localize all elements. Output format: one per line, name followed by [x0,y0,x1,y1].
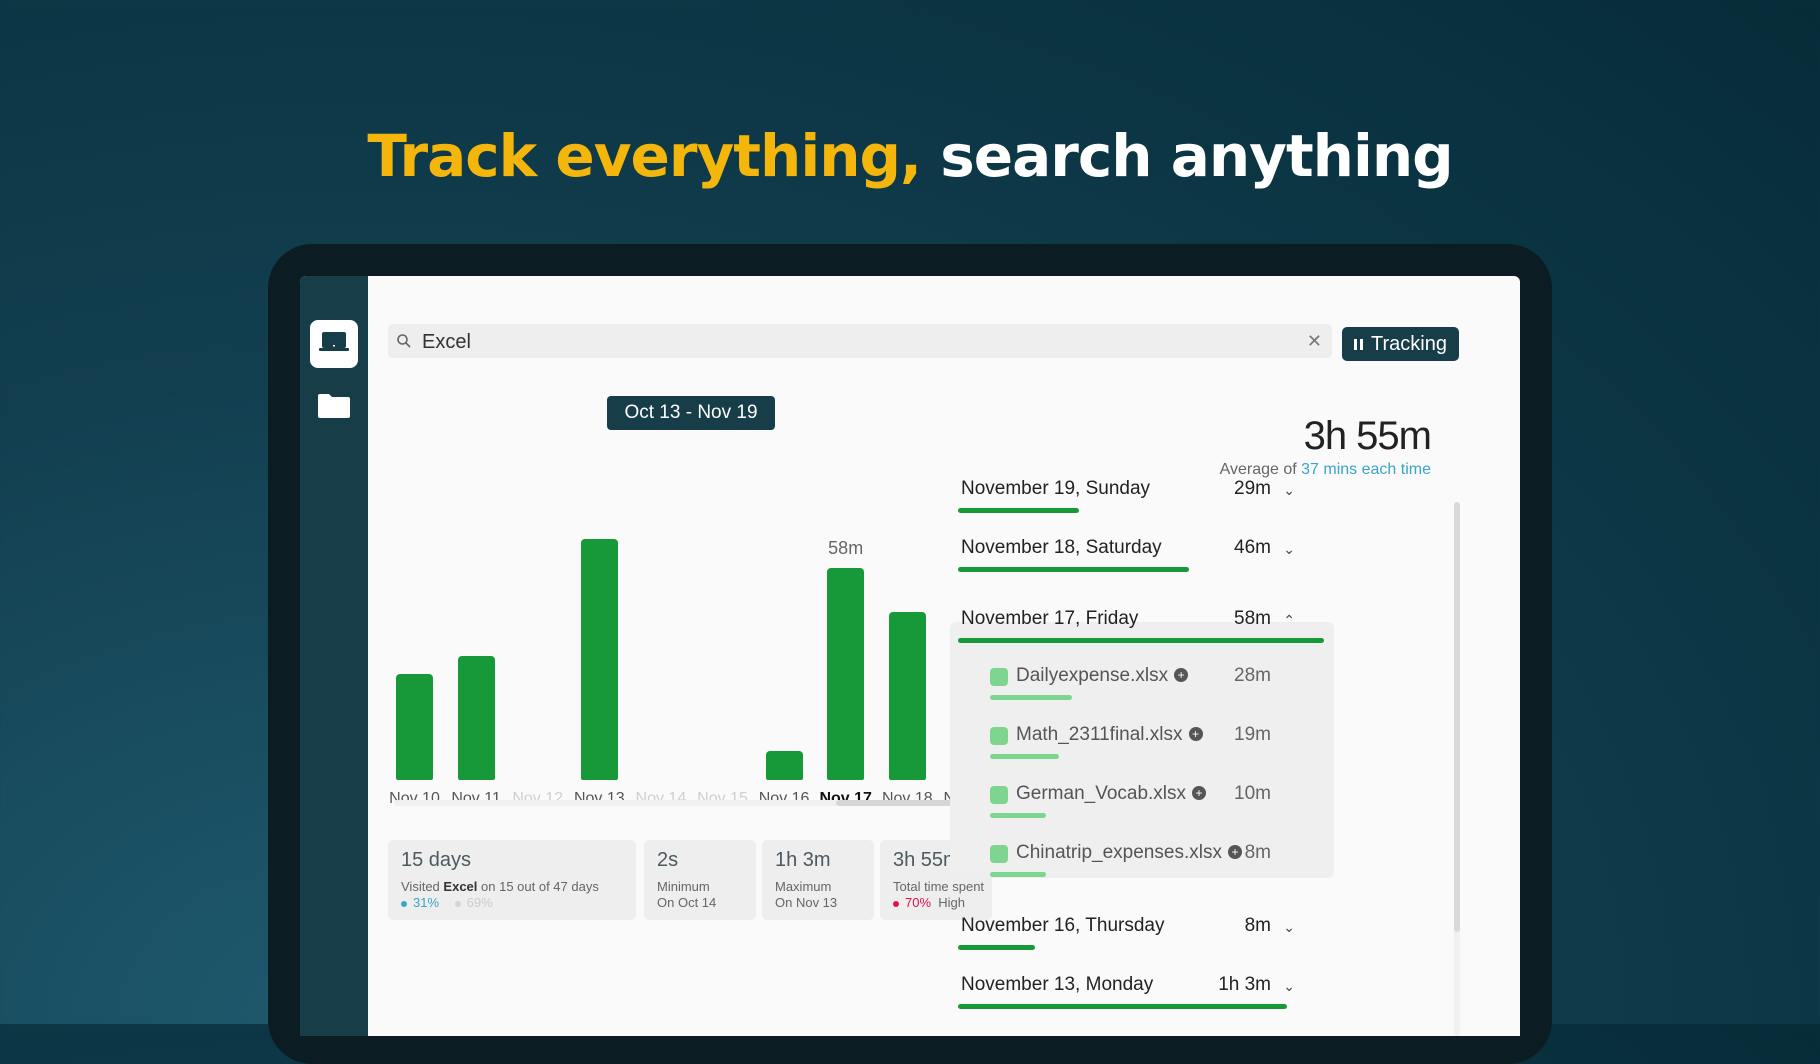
file-row[interactable]: Chinatrip_expenses.xlsx +8m [950,842,1313,882]
stat-card-days: 15 days Visited Excel on 15 out of 47 da… [388,840,636,920]
day-title: November 16, Thursday [961,915,1165,936]
file-time: 19m [1234,724,1271,745]
day-duration-bar [958,567,1189,572]
stat-min-date: On Oct 14 [657,895,717,910]
sidebar-item-files[interactable] [310,384,358,432]
bar-chart: Nov 10 Nov 11 Nov 12 Nov 13 Nov 14 Nov 15 Nov … [388,476,994,807]
add-icon[interactable]: + [1192,786,1207,800]
day-list-scrollbar[interactable] [1454,502,1460,1036]
chevron-down-icon[interactable]: ⌄ [1283,541,1295,558]
tracking-button[interactable]: Tracking [1342,327,1459,361]
add-icon[interactable]: + [1188,727,1203,741]
search-bar: ✕ [388,324,1332,358]
day-time: 8m [1244,915,1271,936]
chart-bar[interactable] [888,611,926,780]
total-time: 3h 55m [1303,414,1432,458]
day-time: 1h 3m [1218,974,1271,995]
search-icon [396,333,412,354]
stat-card-max: 1h 3m Maximum On Nov 13 [762,840,874,920]
day-duration-bar [958,945,1035,950]
stat-max-value: 1h 3m [775,849,831,871]
day-title: November 13, Monday [961,974,1154,995]
file-row[interactable]: Math_2311final.xlsx + 19m [950,724,1313,764]
day-duration-bar [958,508,1079,513]
day-duration-bar [958,1004,1287,1009]
stat-days-value: 15 days [401,849,472,871]
day-time: 58m [1234,608,1271,629]
date-range-badge[interactable]: Oct 13 - Nov 19 [607,396,775,430]
file-duration-bar [990,695,1072,700]
chevron-down-icon[interactable]: ⌄ [1283,482,1295,499]
day-time: 46m [1234,537,1271,558]
day-row[interactable]: November 19, Sunday 29m ⌄ [950,478,1313,518]
headline: Track everything, search anything [0,122,1820,190]
day-title: November 17, Friday [961,608,1139,629]
file-name: Dailyexpense.xlsx + [1016,665,1189,687]
stat-min-label: Minimum [657,879,710,894]
add-icon[interactable]: + [1174,668,1189,682]
file-duration-bar [990,754,1059,759]
laptop-icon [319,330,349,359]
chevron-up-icon[interactable]: ⌃ [1283,612,1295,629]
excel-file-icon [990,845,1008,863]
average-time: Average of 37 mins each time [1219,461,1431,478]
stat-total-level: 70% High [893,895,965,910]
file-name: German_Vocab.xlsx + [1016,783,1207,805]
chart-bar[interactable] [396,673,433,780]
chart-bar[interactable] [580,538,618,780]
day-row[interactable]: November 17, Friday 58m ⌃ [950,608,1324,648]
stat-days-pcts: 31% 69% [401,895,493,910]
sidebar-item-apps[interactable] [310,320,358,368]
search-input[interactable] [420,328,1284,356]
day-duration-bar [958,638,1324,643]
chevron-down-icon[interactable]: ⌄ [1283,978,1295,995]
add-icon[interactable]: + [1227,845,1242,859]
headline-part1: Track everything, [367,122,922,190]
chart-bar[interactable] [457,655,495,780]
file-time: 28m [1234,665,1271,686]
app-window: ✕ Tracking Oct 13 - Nov 19 Nov 10Nov 11N… [300,276,1520,1036]
headline-part2: search anything [940,122,1453,190]
stat-max-label: Maximum [775,879,832,894]
file-row[interactable]: Dailyexpense.xlsx + 28m [950,665,1313,705]
day-title: November 19, Sunday [961,478,1151,499]
tracking-label: Tracking [1371,332,1447,355]
file-row[interactable]: German_Vocab.xlsx + 10m [950,783,1313,823]
file-duration-bar [990,872,1046,877]
chart-scrollbar[interactable] [394,800,988,806]
day-title: November 18, Saturday [961,537,1162,558]
chevron-down-icon[interactable]: ⌄ [1283,919,1295,936]
day-row[interactable]: November 16, Thursday 8m ⌄ [950,915,1313,955]
stat-max-date: On Nov 13 [775,895,838,910]
day-row[interactable]: November 18, Saturday 46m ⌄ [950,537,1313,577]
excel-file-icon [990,668,1008,686]
stat-days-desc: Visited Excel on 15 out of 47 days [401,879,599,894]
close-icon[interactable]: ✕ [1307,332,1322,350]
file-time: 10m [1234,783,1271,804]
chart-bar[interactable] [765,750,803,780]
day-list-scrollbar-thumb[interactable] [1454,502,1460,932]
file-name: Chinatrip_expenses.xlsx + [1016,842,1242,864]
day-row[interactable]: November 13, Monday 1h 3m ⌄ [950,974,1313,1014]
excel-file-icon [990,786,1008,804]
excel-file-icon [990,727,1008,745]
pause-icon [1354,338,1364,350]
file-time: 8m [1244,842,1271,863]
chart-bar-value-label: 58m [828,537,864,558]
chart-bar[interactable] [827,567,865,780]
stat-min-value: 2s [657,849,679,871]
stat-card-min: 2s Minimum On Oct 14 [644,840,756,920]
file-duration-bar [990,813,1046,818]
folder-icon [317,393,351,424]
day-time: 29m [1234,478,1271,499]
sidebar [300,276,368,1036]
file-name: Math_2311final.xlsx + [1016,724,1203,746]
